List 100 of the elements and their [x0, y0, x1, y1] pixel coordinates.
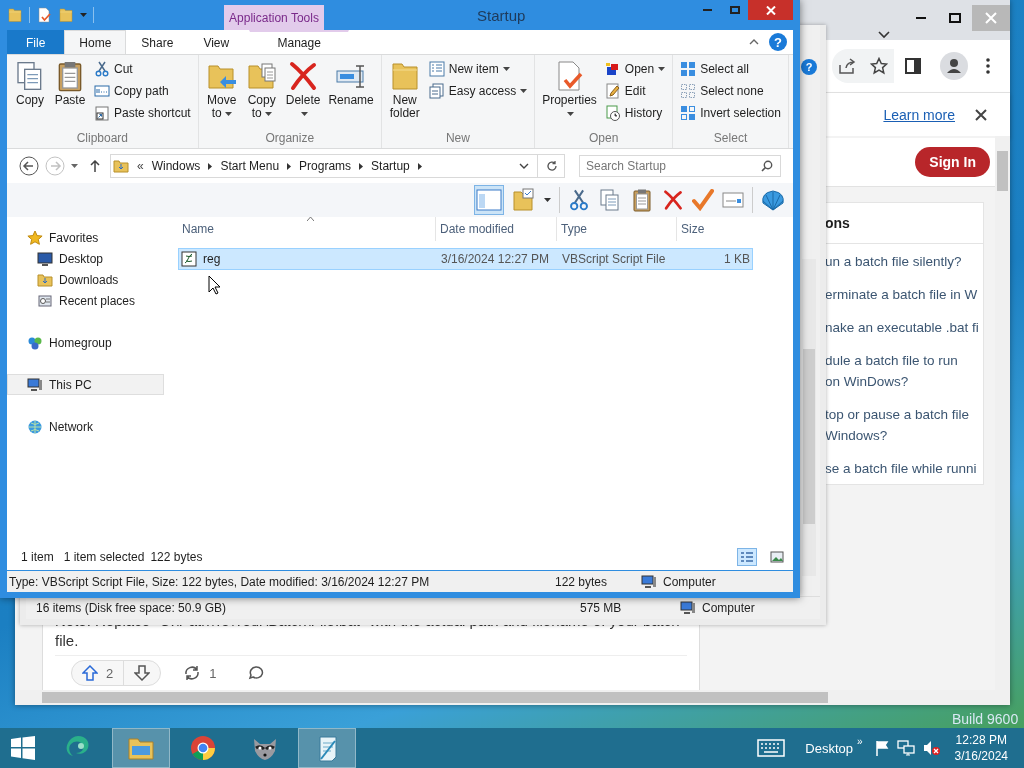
question-link[interactable]: un a batch file silently? [825, 251, 983, 272]
sign-in-button[interactable]: Sign In [915, 147, 990, 177]
scissors-icon [568, 188, 590, 212]
card-icon[interactable] [722, 192, 744, 208]
cross-icon [662, 189, 684, 211]
star-icon[interactable] [870, 57, 888, 75]
column-header[interactable]: Size [677, 217, 751, 241]
refresh-icon[interactable] [546, 160, 558, 172]
ribbon-button[interactable]: Easy access [425, 81, 531, 101]
folder-check-icon[interactable] [512, 188, 536, 212]
breadcrumb-item[interactable]: Programs [299, 159, 352, 173]
learn-more-link[interactable]: Learn more [883, 106, 955, 123]
help-button[interactable]: ? [769, 33, 787, 51]
address-bar[interactable]: « Windows Start Menu Programs Startup [110, 154, 565, 178]
chevron-right-icon[interactable] [417, 162, 422, 170]
desktop-toolbar-label[interactable]: Desktop [805, 740, 854, 756]
close-button[interactable] [748, 0, 793, 20]
clock-time[interactable]: 12:28 PM [955, 732, 1007, 748]
chevron-down-icon[interactable] [878, 31, 890, 39]
column-header[interactable]: Date modified [436, 217, 557, 241]
share-icon[interactable] [838, 57, 856, 75]
ribbon-button[interactable]: Select none [677, 81, 784, 101]
search-field[interactable]: Search Startup [579, 155, 781, 177]
ribbon-button[interactable]: Edit [601, 81, 669, 101]
nav-item[interactable]: Recent places [7, 290, 137, 311]
vertical-scrollbar[interactable] [802, 259, 816, 576]
file-tab[interactable]: File [7, 30, 65, 54]
ribbon-tab[interactable]: Home [64, 30, 127, 54]
ribbon-button[interactable]: Paste shortcut [91, 103, 194, 123]
question-link[interactable]: erminate a batch file in W [825, 284, 983, 305]
ribbon-button[interactable]: Select all [677, 59, 784, 79]
shell-icon[interactable] [761, 189, 785, 211]
ribbon-button[interactable]: Copy [11, 59, 49, 108]
nav-item[interactable]: Desktop [7, 248, 105, 269]
taskbar-app-button[interactable] [298, 728, 356, 768]
breadcrumb-overflow[interactable]: « [137, 159, 144, 173]
question-link[interactable]: on WinDows? [825, 371, 983, 392]
address-bar[interactable] [832, 49, 894, 83]
speaker-icon[interactable] [922, 740, 941, 756]
ribbon-button[interactable]: Copy path [91, 81, 194, 101]
chevron-down-icon[interactable] [519, 163, 529, 169]
breadcrumb-item[interactable]: Windows [151, 159, 201, 173]
share-button[interactable]: 1 [173, 661, 227, 685]
chevron-right-icon[interactable] [287, 162, 292, 170]
question-link[interactable]: se a batch file while runni [825, 458, 983, 479]
breadcrumb-item[interactable]: Start Menu [220, 159, 280, 173]
question-link[interactable]: dule a batch file to run [825, 350, 983, 371]
column-header[interactable]: Type [557, 217, 677, 241]
ribbon-button[interactable]: Move to [202, 59, 241, 121]
ribbon-button[interactable]: Paste [51, 59, 89, 108]
question-link[interactable]: Windows? [825, 425, 983, 446]
clock-date[interactable]: 3/16/2024 [954, 748, 1008, 764]
upvote-button[interactable]: 2 [72, 661, 124, 685]
column-header[interactable]: Name [178, 217, 436, 241]
nav-item[interactable]: Homegroup [7, 332, 164, 353]
toolbar-overflow[interactable]: » [857, 736, 863, 747]
back-button[interactable] [19, 156, 39, 176]
ribbon-button[interactable]: Copy to [242, 59, 281, 121]
ribbon-button[interactable]: Invert selection [677, 103, 784, 123]
nav-item[interactable]: Favorites [7, 227, 164, 248]
network-icon[interactable] [896, 740, 915, 756]
question-link[interactable]: nake an executable .bat fi [825, 317, 983, 338]
file-row[interactable]: reg 3/16/2024 12:27 PM VBScript Script File 1 KB [178, 248, 753, 270]
ribbon-button[interactable]: Rename [325, 59, 377, 108]
nav-item[interactable]: Network [7, 416, 164, 437]
nav-item[interactable]: This PC [7, 374, 164, 395]
close-icon[interactable] [975, 108, 987, 121]
maximize-icon [729, 6, 740, 14]
cube-icon [604, 61, 621, 77]
ribbon-button[interactable]: History [601, 103, 669, 123]
chevron-right-icon[interactable] [208, 162, 213, 170]
chevron-right-icon[interactable] [359, 162, 364, 170]
checkmark-icon[interactable] [692, 189, 714, 211]
keyboard-icon[interactable] [757, 739, 786, 757]
documents-icon [598, 188, 622, 212]
ribbon-button[interactable]: New folder [385, 59, 424, 121]
ribbon-button[interactable]: New item [425, 59, 531, 79]
breadcrumb-item[interactable]: Startup [371, 159, 410, 173]
status-location: Computer [702, 601, 755, 615]
large-icons-view-button[interactable] [767, 548, 787, 566]
ribbon-button[interactable]: Delete [282, 59, 324, 121]
ribbon-button[interactable]: Open [601, 59, 669, 79]
menu-icon[interactable] [986, 58, 990, 74]
nav-item[interactable]: Downloads [7, 269, 120, 290]
folder-documents-icon [245, 60, 278, 92]
profile-avatar-icon[interactable] [940, 52, 968, 80]
picture-icon [770, 551, 784, 563]
up-arrow-icon[interactable] [90, 160, 100, 172]
horizontal-scrollbar[interactable] [15, 690, 1010, 705]
side-panel-icon[interactable] [904, 57, 922, 75]
ribbon-button[interactable]: Properties [539, 59, 600, 121]
ribbon-tab[interactable]: View [188, 30, 245, 54]
details-view-button[interactable] [737, 548, 757, 566]
chevron-up-icon[interactable] [749, 39, 759, 45]
flag-icon[interactable] [874, 740, 889, 756]
ribbon-tab[interactable]: Share [126, 30, 189, 54]
question-link[interactable]: top or pause a batch file [825, 404, 983, 425]
caret-icon [567, 111, 575, 116]
help-button[interactable]: ? [801, 59, 817, 75]
ribbon-button[interactable]: Cut [91, 59, 194, 79]
